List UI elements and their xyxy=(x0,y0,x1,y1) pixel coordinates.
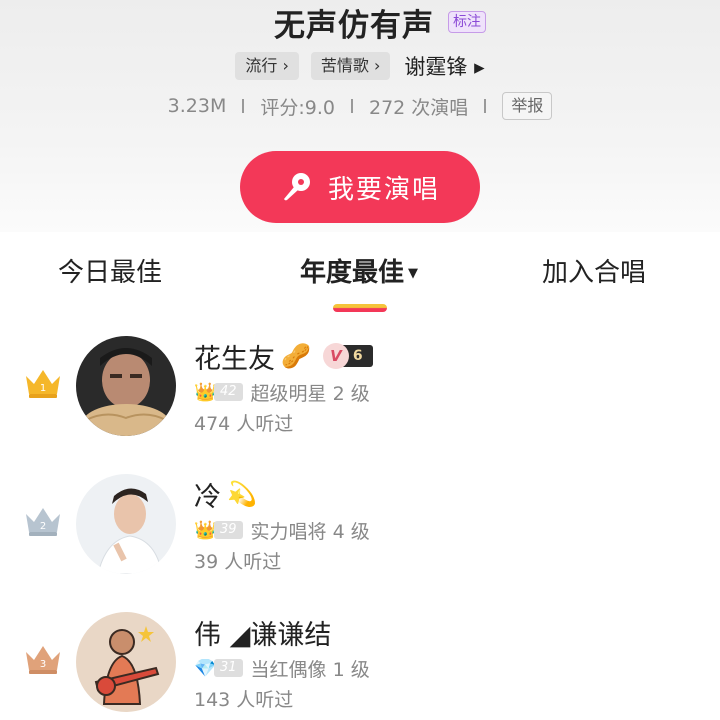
avatar[interactable] xyxy=(76,612,176,712)
tab-label: 年度最佳 xyxy=(300,258,405,288)
divider xyxy=(351,99,353,113)
avatar-image xyxy=(76,474,176,574)
diamond-level-icon: 💎 xyxy=(194,657,217,679)
crown-level-icon: 👑 xyxy=(194,381,217,403)
user-name-line: 冷 💫 xyxy=(194,474,257,514)
ranking-tabs: 今日最佳 年度最佳 ▼ 加入合唱 xyxy=(0,248,720,298)
listen-count: 143 人听过 xyxy=(194,689,294,711)
silver-crown-icon: 2 xyxy=(26,508,60,536)
tab-join-chorus[interactable]: 加入合唱 xyxy=(542,248,646,298)
vip-badge: V 6 xyxy=(322,343,373,369)
sing-button-label: 我要演唱 xyxy=(327,174,440,205)
level-line: 👑 39 实力唱将 4 级 xyxy=(194,516,370,544)
listen-count: 474 人听过 xyxy=(194,413,294,435)
level-number: 42 xyxy=(214,383,243,401)
divider xyxy=(242,99,245,113)
user-name-line: 花生友 🥜 V 6 xyxy=(194,336,373,376)
level-line: 💎 31 当红偶像 1 级 xyxy=(194,654,370,682)
user-name: 冷 xyxy=(194,481,221,513)
avatar[interactable] xyxy=(76,474,176,574)
genre-tag-sad[interactable]: 苦情歌 › xyxy=(310,52,391,80)
user-name: 花生友 xyxy=(194,343,275,375)
caret-down-icon: ▼ xyxy=(408,265,419,281)
rank-number: 1 xyxy=(40,383,46,394)
ranking-item[interactable]: 2 冷 💫 👑 39 实力唱将 4 级 39 人听过 xyxy=(0,468,720,598)
gold-crown-icon: 1 xyxy=(26,370,60,398)
level-title: 实力唱将 4 级 xyxy=(250,520,370,543)
tab-indicator xyxy=(333,304,387,312)
tab-today-best[interactable]: 今日最佳 xyxy=(58,248,162,298)
listen-count: 39 人听过 xyxy=(194,551,282,573)
artist-link[interactable]: 谢霆锋 ▸ xyxy=(404,51,484,81)
sing-button[interactable]: 我要演唱 xyxy=(240,151,480,223)
tags-row: 流行 › 苦情歌 › 谢霆锋 ▸ xyxy=(0,50,720,82)
bronze-crown-icon: 3 xyxy=(26,646,60,674)
tab-label: 今日最佳 xyxy=(58,258,163,288)
user-name-line: 伟 ◢谦谦结 xyxy=(194,612,331,652)
peanut-icon: 🥜 xyxy=(281,342,311,370)
rank-number: 2 xyxy=(40,521,46,532)
tab-label: 加入合唱 xyxy=(542,258,647,288)
level-title: 当红偶像 1 级 xyxy=(250,658,370,681)
user-name: 伟 ◢谦谦结 xyxy=(194,619,332,651)
level-number: 31 xyxy=(214,659,243,677)
song-header: 无声仿有声 标注 流行 › 苦情歌 › 谢霆锋 ▸ 3.23M 评分:9.0 2… xyxy=(0,0,720,232)
performance-count: 272 次演唱 xyxy=(369,96,469,119)
avatar-image xyxy=(76,612,176,712)
microphone-icon xyxy=(283,173,310,201)
tab-year-best[interactable]: 年度最佳 ▼ xyxy=(300,248,418,298)
rank-number: 3 xyxy=(40,659,46,670)
level-number: 39 xyxy=(214,521,243,539)
sparkle-icon: 💫 xyxy=(227,480,257,508)
song-title-row: 无声仿有声 标注 xyxy=(0,2,720,44)
song-title: 无声仿有声 xyxy=(274,7,434,44)
crown-level-icon: 👑 xyxy=(194,519,217,541)
report-button[interactable]: 举报 xyxy=(502,92,553,120)
label-tag[interactable]: 标注 xyxy=(448,11,486,33)
genre-tag-pop[interactable]: 流行 › xyxy=(235,52,299,80)
divider xyxy=(484,99,487,113)
ranking-item[interactable]: 1 花生友 🥜 V 6 👑 42 超级明星 2 级 474 人听过 xyxy=(0,330,720,460)
level-title: 超级明星 2 级 xyxy=(250,382,370,405)
avatar[interactable] xyxy=(76,336,176,436)
ranking-item[interactable]: 3 伟 ◢谦谦结 💎 31 当红偶像 1 级 143 人听过 xyxy=(0,606,720,720)
vip-letter: V xyxy=(322,343,349,369)
avatar-image xyxy=(76,336,176,436)
play-count: 3.23M xyxy=(167,95,227,117)
level-line: 👑 42 超级明星 2 级 xyxy=(194,378,370,406)
stats-row: 3.23M 评分:9.0 272 次演唱 举报 xyxy=(0,90,720,122)
rating: 评分:9.0 xyxy=(260,96,335,119)
